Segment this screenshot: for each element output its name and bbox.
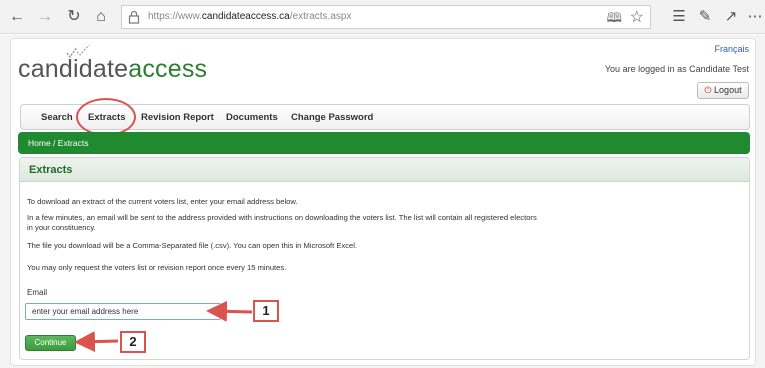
email-label: Email: [27, 288, 48, 297]
menu-item-revision-report[interactable]: Revision Report: [141, 112, 214, 123]
panel-header: Extracts: [20, 158, 749, 182]
site-logo[interactable]: candidateaccess: [18, 55, 207, 84]
logo-text-candidate: candidate: [18, 55, 129, 83]
instruction-paragraph: In a few minutes, an email will be sent …: [27, 213, 537, 222]
favorite-star-icon[interactable]: ☆: [630, 7, 644, 27]
menu-item-change-password[interactable]: Change Password: [291, 112, 373, 123]
power-icon: ⏻: [704, 85, 712, 95]
menu-item-search[interactable]: Search: [41, 112, 73, 123]
breadcrumb-current: Extracts: [57, 138, 89, 148]
browser-toolbar: ← → ↻ ⌂ https://www.candidateaccess.ca/e…: [0, 0, 765, 34]
panel-title: Extracts: [29, 164, 73, 176]
share-icon[interactable]: ↗: [720, 6, 742, 28]
forward-arrow-icon[interactable]: →: [34, 6, 56, 28]
address-bar[interactable]: https://www.candidateaccess.ca/extracts.…: [121, 5, 651, 29]
callout-1: 1: [253, 300, 279, 322]
back-arrow-icon[interactable]: ←: [6, 6, 28, 28]
continue-button[interactable]: Continue: [25, 335, 76, 351]
home-icon[interactable]: ⌂: [90, 6, 112, 28]
email-input[interactable]: [25, 303, 221, 320]
callout-2: 2: [120, 331, 146, 353]
logo-text-access: access: [128, 55, 208, 83]
breadcrumb: Home / Extracts: [18, 132, 750, 154]
reading-view-icon[interactable]: 🕮: [607, 9, 622, 31]
refresh-icon[interactable]: ↻: [63, 6, 85, 28]
menu-item-documents[interactable]: Documents: [226, 112, 278, 123]
lock-icon: [128, 10, 140, 24]
pen-icon[interactable]: ✎: [694, 6, 716, 28]
instruction-paragraph: To download an extract of the current vo…: [27, 197, 298, 206]
breadcrumb-separator: /: [50, 138, 58, 148]
extracts-highlight-circle: [76, 98, 136, 136]
extracts-panel: Extracts: [19, 157, 750, 360]
language-link[interactable]: Français: [714, 44, 749, 54]
logout-button[interactable]: ⏻ Logout: [697, 82, 749, 99]
login-status: You are logged in as Candidate Test: [604, 64, 749, 74]
logout-label: Logout: [714, 85, 742, 95]
instruction-paragraph: in your constituency.: [27, 223, 96, 232]
more-icon[interactable]: ⋯: [744, 6, 765, 28]
breadcrumb-home[interactable]: Home: [28, 138, 51, 148]
instruction-paragraph: You may only request the voters list or …: [27, 263, 287, 272]
favorites-list-icon[interactable]: ☰: [668, 6, 690, 28]
url-text: https://www.candidateaccess.ca/extracts.…: [148, 11, 352, 22]
instruction-paragraph: The file you download will be a Comma-Se…: [27, 241, 358, 250]
